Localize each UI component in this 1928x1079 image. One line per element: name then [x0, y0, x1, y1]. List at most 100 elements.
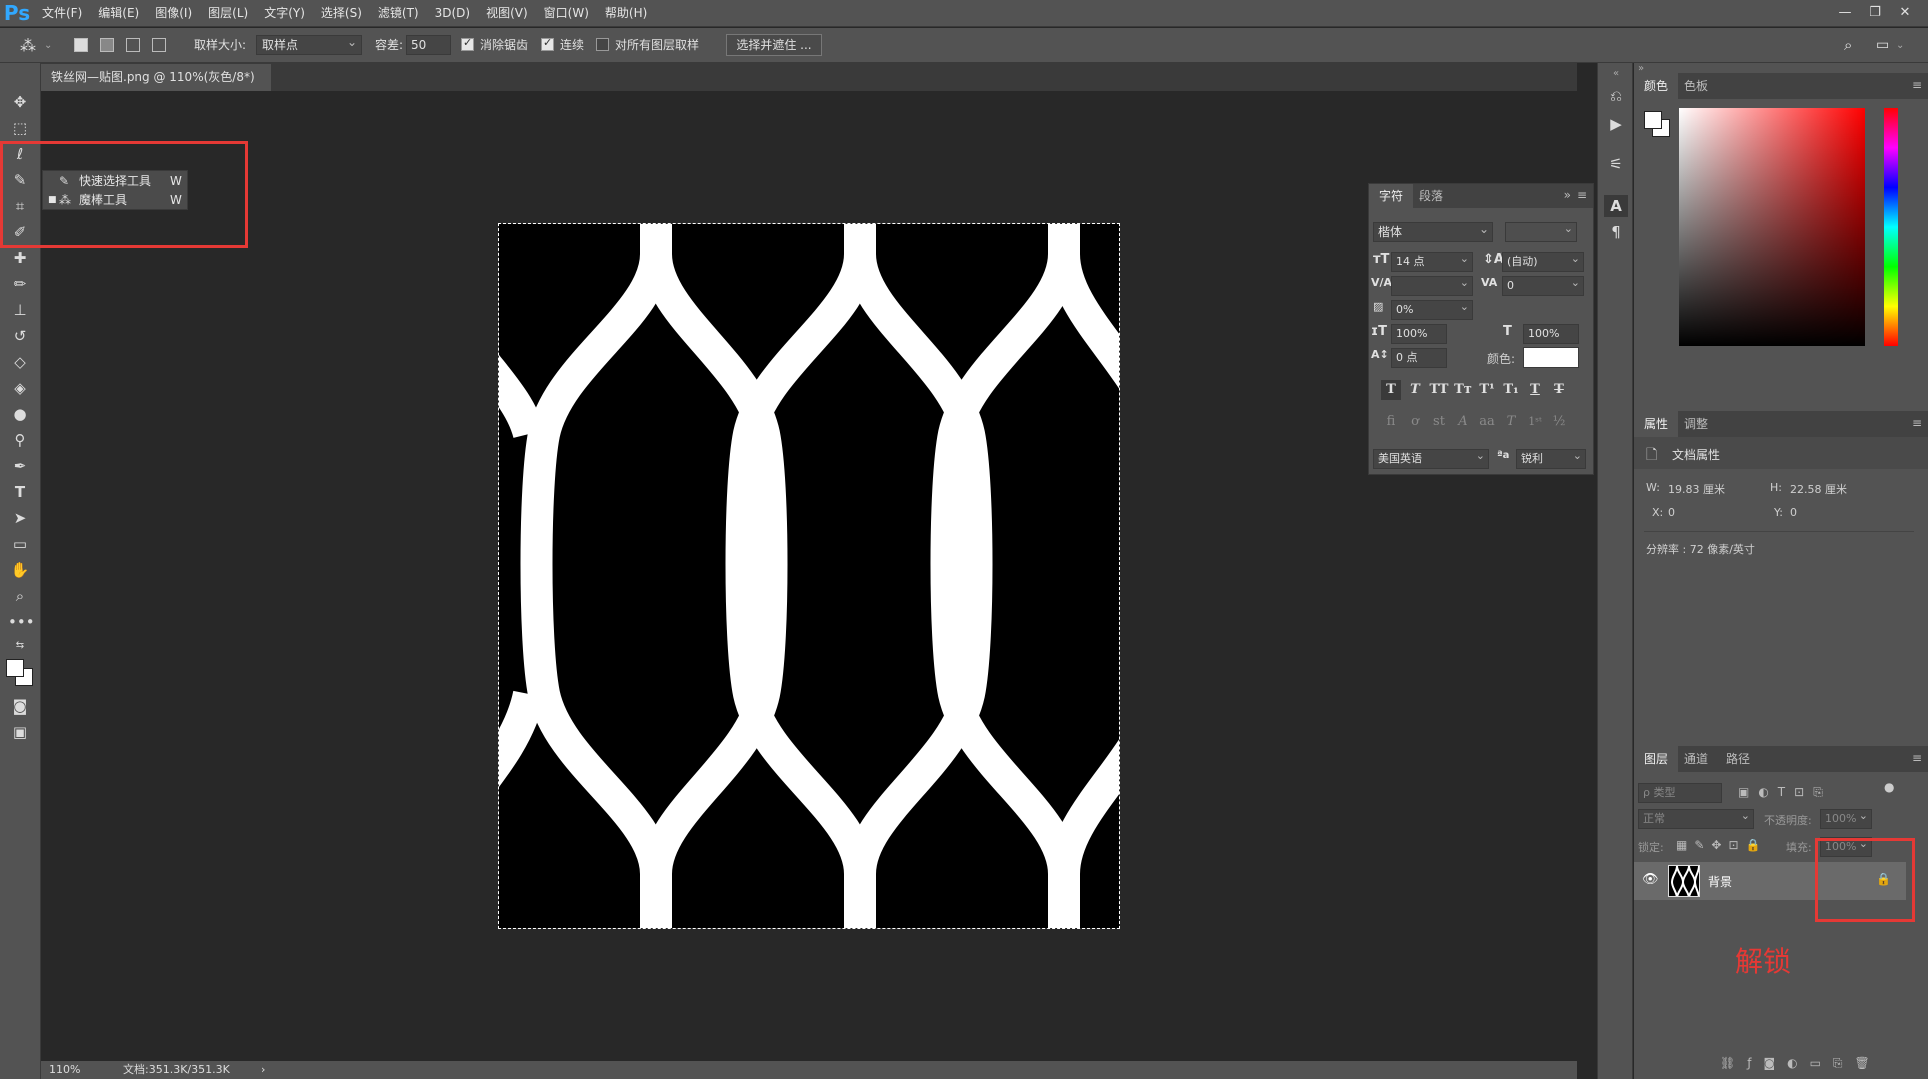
swash-button[interactable]: A [1453, 412, 1473, 432]
leading-input[interactable]: (自动) [1502, 250, 1584, 272]
history-panel-icon[interactable]: ⎌ [1604, 85, 1628, 107]
text-color-swatch[interactable] [1523, 347, 1579, 368]
zoom-tool-icon[interactable]: ⌕ [8, 585, 32, 607]
menu-view[interactable]: 视图(V) [478, 0, 536, 27]
tab-channels[interactable]: 通道 [1674, 746, 1718, 772]
minimize-button[interactable]: — [1830, 4, 1860, 22]
menu-help[interactable]: 帮助(H) [597, 0, 655, 27]
menu-filter[interactable]: 滤镜(T) [370, 0, 427, 27]
close-button[interactable]: ✕ [1890, 4, 1920, 22]
foreground-color-swatch[interactable] [6, 659, 24, 677]
layer-filter-input[interactable]: ρ 类型 [1638, 783, 1722, 803]
marquee-tool-icon[interactable]: ⬚ [8, 117, 32, 139]
menu-image[interactable]: 图像(I) [147, 0, 200, 27]
hand-tool-icon[interactable]: ✋ [8, 559, 32, 581]
layer-name[interactable]: 背景 [1708, 873, 1732, 890]
tab-swatches[interactable]: 色板 [1674, 73, 1718, 99]
layers-bottom-icons[interactable]: ⛓ƒ◙◐▭⎘🗑 [1720, 1056, 1882, 1071]
contiguous-checkbox[interactable] [541, 36, 554, 51]
screen-mode-icon[interactable]: ▣ [8, 721, 32, 743]
panel-menu-icon[interactable]: ≡ [1912, 416, 1922, 430]
ligature-button[interactable]: ﬁ [1381, 412, 1401, 432]
tracking-input[interactable]: 0 [1502, 274, 1584, 296]
lock-icons[interactable]: ▦✎✥⊡🔒 [1676, 838, 1767, 852]
healing-brush-icon[interactable]: ✚ [8, 247, 32, 269]
menu-select[interactable]: 选择(S) [313, 0, 370, 27]
history-brush-icon[interactable]: ↺ [8, 325, 32, 347]
font-style-select[interactable] [1505, 220, 1577, 242]
ordinals-button[interactable]: 1ˢᵗ [1525, 412, 1545, 432]
language-select[interactable]: 美国英语 [1373, 447, 1489, 469]
menu-layer[interactable]: 图层(L) [200, 0, 256, 27]
tab-paragraph[interactable]: 段落 [1409, 184, 1453, 208]
superscript-button[interactable]: T¹ [1477, 380, 1497, 400]
panel-menu-icon[interactable]: ≡ [1912, 78, 1922, 92]
subtract-selection-icon[interactable] [126, 38, 140, 52]
menu-3d[interactable]: 3D(D) [427, 0, 478, 27]
discretionary-ligature-button[interactable]: st [1429, 412, 1449, 432]
collapse-icon[interactable]: » [1564, 188, 1571, 202]
titling-button[interactable]: T [1501, 412, 1521, 432]
antialias-select[interactable]: 锐利 [1516, 447, 1586, 469]
old-style-button[interactable]: ơ [1405, 412, 1425, 432]
chevron-down-icon[interactable]: ⌄ [1896, 28, 1904, 63]
tab-properties[interactable]: 属性 [1634, 411, 1679, 437]
paragraph-panel-icon[interactable]: ¶ [1604, 221, 1628, 243]
stamp-tool-icon[interactable]: ⊥ [8, 299, 32, 321]
font-family-select[interactable]: 楷体 [1373, 220, 1493, 242]
underline-button[interactable]: T [1525, 380, 1545, 400]
fractions-button[interactable]: ½ [1549, 412, 1569, 432]
brush-tool-icon[interactable]: ✏ [8, 273, 32, 295]
intersect-selection-icon[interactable] [152, 38, 166, 52]
magic-wand-icon[interactable]: ⁂ [20, 28, 36, 63]
panel-menu-icon[interactable]: ≡ [1577, 188, 1587, 202]
tab-character[interactable]: 字符 [1369, 184, 1414, 208]
collapse-icon[interactable]: « [1604, 63, 1628, 85]
pen-tool-icon[interactable]: ✒ [8, 455, 32, 477]
character-panel-icon[interactable]: A [1604, 195, 1628, 217]
new-selection-icon[interactable] [74, 38, 88, 52]
document-tab[interactable]: 铁丝网—贴图.png @ 110%(灰色/8*) × [41, 64, 271, 111]
chevron-down-icon[interactable]: ⌄ [44, 28, 52, 63]
stylistic-alternates-button[interactable]: aa [1477, 412, 1497, 432]
type-tool-icon[interactable]: T [8, 481, 32, 503]
menu-type[interactable]: 文字(Y) [256, 0, 313, 27]
antialias-checkbox[interactable] [461, 36, 474, 51]
kerning-input[interactable] [1391, 274, 1473, 296]
more-tools-icon[interactable]: ••• [8, 611, 35, 633]
faux-bold-button[interactable]: T [1381, 380, 1401, 400]
actions-play-icon[interactable]: ▶ [1604, 113, 1628, 135]
workspace-icon[interactable]: ▭ [1876, 28, 1889, 63]
tolerance-input[interactable]: 50 [406, 35, 451, 55]
tab-layers[interactable]: 图层 [1634, 746, 1679, 772]
eye-icon[interactable]: 👁 [1642, 872, 1659, 887]
font-size-input[interactable]: 14 点 [1391, 250, 1473, 272]
hue-slider[interactable] [1884, 108, 1898, 346]
small-caps-button[interactable]: Tт [1453, 380, 1473, 400]
layer-filter-icons[interactable]: ▣◐T⊡⎘ [1738, 785, 1832, 800]
swap-colors-icon[interactable]: ⇆ [8, 635, 32, 657]
vertical-scale-input[interactable]: 100% [1391, 324, 1447, 344]
select-and-mask-button[interactable]: 选择并遮住 ... [726, 34, 822, 56]
subscript-button[interactable]: T₁ [1501, 380, 1521, 400]
brush-settings-icon[interactable]: ⚟ [1604, 153, 1628, 175]
baseline-input[interactable]: 0 点 [1391, 348, 1447, 368]
document-canvas[interactable] [498, 223, 1120, 929]
sample-all-checkbox[interactable] [596, 38, 609, 51]
panel-menu-icon[interactable]: ≡ [1912, 751, 1922, 765]
restore-button[interactable]: ❐ [1860, 4, 1890, 22]
search-icon[interactable]: ⌕ [1844, 28, 1852, 63]
blend-mode-select[interactable]: 正常 [1638, 807, 1754, 829]
eraser-tool-icon[interactable]: ◇ [8, 351, 32, 373]
dodge-tool-icon[interactable]: ⚲ [8, 429, 32, 451]
all-caps-button[interactable]: TT [1429, 380, 1449, 400]
tsume-input[interactable]: 0% [1391, 298, 1473, 320]
strikethrough-button[interactable]: T [1549, 380, 1569, 400]
quick-mask-icon[interactable]: ◙ [8, 695, 32, 717]
tab-adjustments[interactable]: 调整 [1674, 411, 1718, 437]
zoom-level[interactable]: 110% [49, 1061, 80, 1079]
color-picker-field[interactable] [1679, 108, 1865, 346]
color-panel-foreground[interactable] [1644, 111, 1662, 129]
tab-color[interactable]: 颜色 [1634, 73, 1679, 99]
add-selection-icon[interactable] [100, 38, 114, 52]
